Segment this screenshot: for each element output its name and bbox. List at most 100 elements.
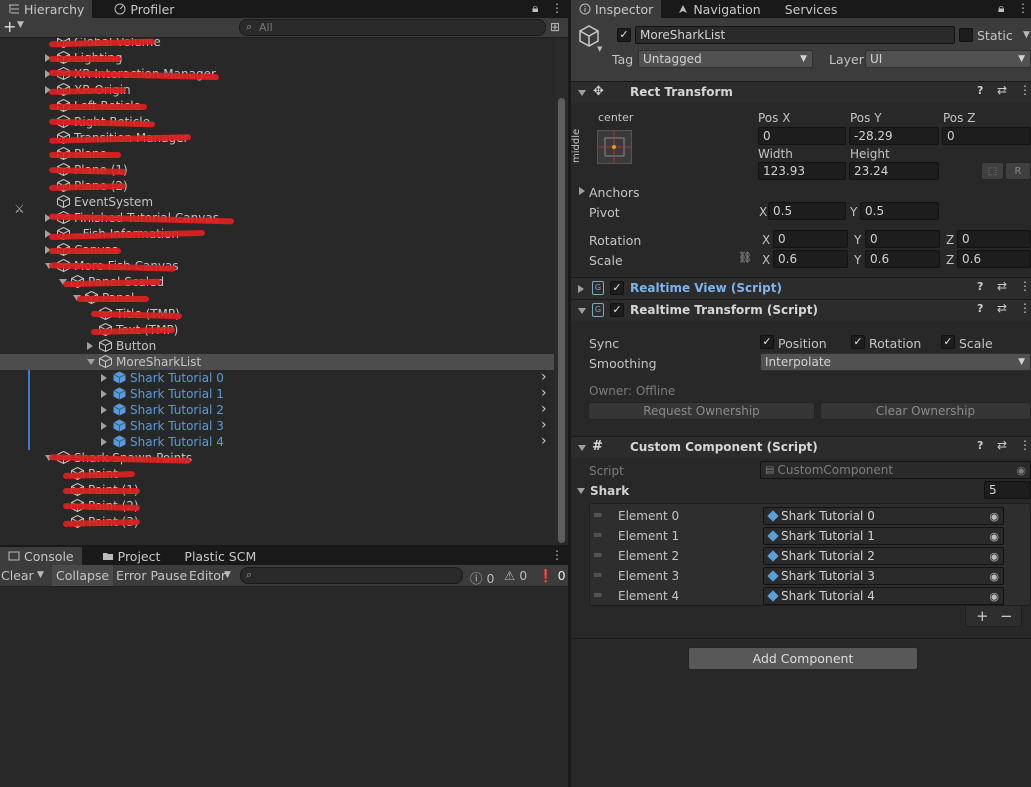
component-menu-icon[interactable]: ⋮ xyxy=(1019,279,1031,293)
tab-profiler[interactable]: Profiler xyxy=(106,0,182,18)
hierarchy-row[interactable]: Point (2) xyxy=(0,498,554,514)
component-menu-icon[interactable]: ⋮ xyxy=(1019,301,1031,315)
realtime-view-header[interactable]: G ✓ Realtime View (Script) ? ⇄ ⋮ xyxy=(571,277,1031,299)
drag-handle-icon[interactable]: ═ xyxy=(594,588,601,602)
drag-handle-icon[interactable]: ═ xyxy=(594,548,601,562)
constrain-proportions-icon[interactable]: ⛓ xyxy=(738,251,752,264)
remove-element-button[interactable]: − xyxy=(1000,607,1013,625)
hierarchy-row[interactable]: Right Reticle xyxy=(0,114,554,130)
open-prefab-chevron-icon[interactable]: › xyxy=(541,369,547,385)
blueprint-mode-button[interactable]: ⬚ xyxy=(981,162,1004,180)
expand-right-icon[interactable] xyxy=(101,422,107,430)
anchor-presets-button[interactable] xyxy=(597,130,632,164)
menu-kebab-icon[interactable]: ⋮ xyxy=(1017,1,1029,15)
hierarchy-row[interactable]: Shark Tutorial 4 › xyxy=(0,433,554,450)
height-field[interactable]: 23.24 xyxy=(849,162,939,180)
add-object-button[interactable]: + xyxy=(3,17,16,36)
visibility-hidden-icon[interactable]: ⚔ xyxy=(14,202,25,216)
open-prefab-chevron-icon[interactable]: › xyxy=(541,385,547,401)
error-pause-button[interactable]: Error Pause xyxy=(116,568,187,583)
hierarchy-row[interactable]: Text (TMP) xyxy=(0,322,554,338)
tab-inspector[interactable]: Inspector xyxy=(571,0,662,18)
rot-x-field[interactable]: 0 xyxy=(773,230,848,248)
clear-button[interactable]: Clear xyxy=(1,568,34,583)
help-icon[interactable]: ? xyxy=(977,84,983,97)
preset-settings-icon[interactable]: ⇄ xyxy=(997,301,1007,315)
element-object-field[interactable]: Shark Tutorial 3 ◉ xyxy=(763,567,1004,585)
hierarchy-row[interactable]: Plane xyxy=(0,146,554,162)
tab-services[interactable]: Services xyxy=(777,0,846,18)
foldout-arrow-icon[interactable] xyxy=(578,90,586,96)
pos-y-field[interactable]: -28.29 xyxy=(849,127,939,145)
hierarchy-row[interactable]: Shark Tutorial 0 › xyxy=(0,369,554,386)
pivot-x-field[interactable]: 0.5 xyxy=(768,202,846,220)
hierarchy-row[interactable]: Panel Scaled xyxy=(0,274,554,290)
search-by-type-icon[interactable]: ⊞ xyxy=(550,20,560,34)
rot-z-field[interactable]: 0 xyxy=(957,230,1031,248)
drag-handle-icon[interactable]: ═ xyxy=(594,508,601,522)
info-count-toggle[interactable]: ❗ 0 xyxy=(538,568,566,584)
add-component-button[interactable]: Add Component xyxy=(688,647,918,670)
add-element-button[interactable]: + xyxy=(976,607,989,625)
object-picker-icon[interactable]: ◉ xyxy=(989,510,999,523)
hierarchy-row[interactable]: Plane (1) xyxy=(0,162,554,178)
hierarchy-row[interactable]: Shark Tutorial 2 › xyxy=(0,401,554,418)
pos-z-field[interactable]: 0 xyxy=(942,127,1031,145)
hierarchy-row[interactable]: More Fish Canvas xyxy=(0,258,554,274)
anchors-label[interactable]: Anchors xyxy=(589,185,640,200)
realtime-transform-enabled-checkbox[interactable]: ✓ xyxy=(610,303,624,317)
component-menu-icon[interactable]: ⋮ xyxy=(1019,438,1031,452)
tab-navigation[interactable]: Navigation xyxy=(669,0,768,18)
hierarchy-row[interactable]: Transition Manager xyxy=(0,130,554,146)
realtime-transform-header[interactable]: G ✓ Realtime Transform (Script) ? ⇄ ⋮ xyxy=(571,299,1031,321)
preset-settings-icon[interactable]: ⇄ xyxy=(997,438,1007,452)
chevron-down-icon[interactable]: ▼ xyxy=(1023,30,1030,40)
shark-array-size-field[interactable]: 5 xyxy=(984,481,1031,499)
hierarchy-row[interactable]: --Fish Information-- xyxy=(0,226,554,242)
hierarchy-row[interactable]: Panel xyxy=(0,290,554,306)
static-checkbox[interactable] xyxy=(959,28,973,42)
chevron-down-icon[interactable]: ▼ xyxy=(224,570,231,580)
tag-dropdown[interactable]: Untagged ▼ xyxy=(638,50,813,68)
hierarchy-row[interactable]: Canvas xyxy=(0,242,554,258)
hierarchy-row[interactable]: Shark Spawn Points xyxy=(0,450,554,466)
expand-down-icon[interactable] xyxy=(87,359,95,365)
realtime-view-enabled-checkbox[interactable]: ✓ xyxy=(610,281,624,295)
scale-x-field[interactable]: 0.6 xyxy=(773,250,848,268)
expand-right-icon[interactable] xyxy=(101,390,107,398)
smoothing-dropdown[interactable]: Interpolate ▼ xyxy=(760,353,1031,371)
request-ownership-button[interactable]: Request Ownership xyxy=(588,402,815,420)
hierarchy-row[interactable]: Plane (2) xyxy=(0,178,554,194)
open-prefab-chevron-icon[interactable]: › xyxy=(541,417,547,433)
tab-project[interactable]: Project xyxy=(94,547,169,565)
sync-scale-checkbox[interactable]: ✓ xyxy=(941,335,955,349)
open-prefab-chevron-icon[interactable]: › xyxy=(541,433,547,449)
hierarchy-row[interactable]: MoreSharkList xyxy=(0,354,554,370)
console-search-field[interactable]: ⌕ xyxy=(240,567,463,584)
element-object-field[interactable]: Shark Tutorial 2 ◉ xyxy=(763,547,1004,565)
preset-settings-icon[interactable]: ⇄ xyxy=(997,83,1007,97)
active-checkbox[interactable]: ✓ xyxy=(617,28,631,42)
hierarchy-scrollbar[interactable] xyxy=(555,38,568,543)
lock-icon[interactable]: 🔒︎ xyxy=(998,1,1004,16)
hierarchy-row[interactable]: Title (TMP) xyxy=(0,306,554,322)
raw-edit-button[interactable]: R xyxy=(1005,162,1031,180)
sync-rotation-checkbox[interactable]: ✓ xyxy=(851,335,865,349)
drag-handle-icon[interactable]: ═ xyxy=(594,528,601,542)
clear-ownership-button[interactable]: Clear Ownership xyxy=(820,402,1031,420)
expand-right-icon[interactable] xyxy=(101,374,107,382)
chevron-down-icon[interactable]: ▼ xyxy=(17,20,24,30)
tab-hierarchy[interactable]: Hierarchy xyxy=(0,0,93,18)
warning-count-toggle[interactable]: ⚠ 0 xyxy=(504,568,527,583)
open-prefab-chevron-icon[interactable]: › xyxy=(541,401,547,417)
scale-y-field[interactable]: 0.6 xyxy=(865,250,940,268)
hierarchy-row[interactable]: Point (1) xyxy=(0,482,554,498)
hierarchy-search-field[interactable]: ⌕ All xyxy=(239,19,546,36)
chevron-down-icon[interactable]: ▼ xyxy=(597,45,602,53)
hierarchy-row[interactable]: XR Origin xyxy=(0,82,554,98)
foldout-arrow-icon[interactable] xyxy=(578,285,584,293)
tab-console[interactable]: Console xyxy=(0,547,82,565)
custom-component-header[interactable]: # Custom Component (Script) ? ⇄ ⋮ xyxy=(571,436,1031,458)
element-object-field[interactable]: Shark Tutorial 0 ◉ xyxy=(763,507,1004,525)
element-object-field[interactable]: Shark Tutorial 4 ◉ xyxy=(763,587,1004,605)
